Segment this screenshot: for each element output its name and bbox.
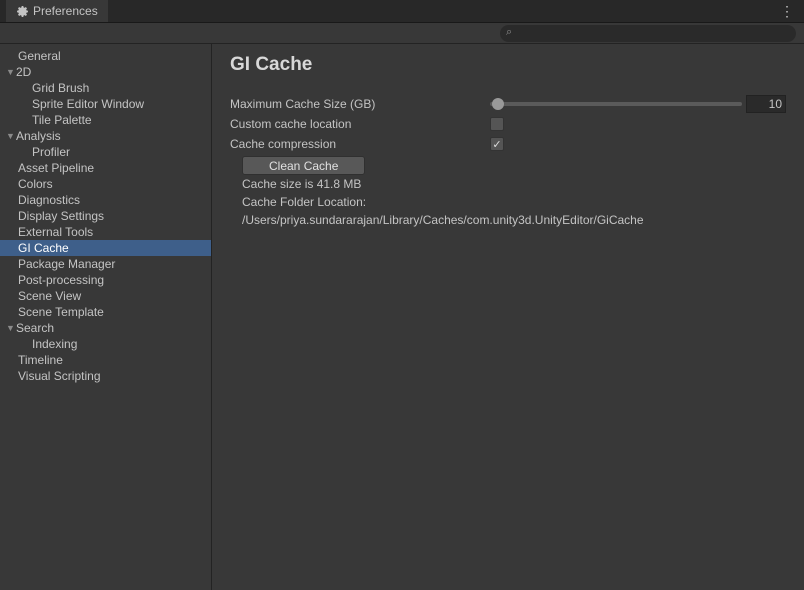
sidebar-item-label: Search	[16, 320, 54, 336]
titlebar: Preferences ⋮	[0, 0, 804, 23]
sidebar-item-label: Asset Pipeline	[18, 160, 94, 176]
custom-location-label: Custom cache location	[230, 117, 490, 131]
sidebar-item-label: Grid Brush	[32, 80, 89, 96]
sidebar-item[interactable]: Display Settings	[0, 208, 211, 224]
search-row: ⌕	[0, 23, 804, 44]
window-tab[interactable]: Preferences	[6, 0, 108, 22]
sidebar-item[interactable]: Scene View	[0, 288, 211, 304]
chevron-down-icon[interactable]: ▼	[6, 128, 16, 144]
folder-label: Cache Folder Location:	[230, 193, 786, 211]
max-cache-value[interactable]	[746, 95, 786, 113]
slider-thumb[interactable]	[492, 98, 504, 110]
sidebar-item-label: Scene View	[18, 288, 81, 304]
sidebar-item[interactable]: Indexing	[0, 336, 211, 352]
content-panel: GI Cache Maximum Cache Size (GB) Custom …	[212, 44, 804, 590]
sidebar-item[interactable]: Scene Template	[0, 304, 211, 320]
sidebar-item-label: External Tools	[18, 224, 93, 240]
sidebar-item-label: Scene Template	[18, 304, 104, 320]
compression-checkbox[interactable]: ✓	[490, 137, 504, 151]
sidebar-item-label: Diagnostics	[18, 192, 80, 208]
sidebar-item[interactable]: General	[0, 48, 211, 64]
sidebar-item-label: Analysis	[16, 128, 61, 144]
sidebar-item[interactable]: Timeline	[0, 352, 211, 368]
sidebar-item[interactable]: GI Cache	[0, 240, 211, 256]
search-input[interactable]	[500, 25, 796, 42]
sidebar-item[interactable]: Grid Brush	[0, 80, 211, 96]
sidebar-item-label: Sprite Editor Window	[32, 96, 144, 112]
max-cache-slider[interactable]	[490, 102, 742, 106]
sidebar-item-label: GI Cache	[18, 240, 69, 256]
window-menu-button[interactable]: ⋮	[770, 3, 804, 20]
sidebar-item-label: Colors	[18, 176, 53, 192]
sidebar-item-label: Visual Scripting	[18, 368, 101, 384]
sidebar-item[interactable]: Colors	[0, 176, 211, 192]
sidebar-item[interactable]: ▼2D	[0, 64, 211, 80]
sidebar-item-label: 2D	[16, 64, 31, 80]
sidebar-item[interactable]: External Tools	[0, 224, 211, 240]
sidebar-item-label: Timeline	[18, 352, 63, 368]
max-cache-label: Maximum Cache Size (GB)	[230, 97, 490, 111]
compression-label: Cache compression	[230, 137, 490, 151]
folder-path: /Users/priya.sundararajan/Library/Caches…	[230, 211, 786, 229]
sidebar-item[interactable]: Sprite Editor Window	[0, 96, 211, 112]
gear-icon	[16, 5, 29, 18]
sidebar-item[interactable]: Visual Scripting	[0, 368, 211, 384]
chevron-down-icon[interactable]: ▼	[6, 320, 16, 336]
sidebar-item-label: Package Manager	[18, 256, 115, 272]
sidebar-item[interactable]: ▼Analysis	[0, 128, 211, 144]
sidebar-item[interactable]: Package Manager	[0, 256, 211, 272]
sidebar-item[interactable]: Diagnostics	[0, 192, 211, 208]
sidebar-item[interactable]: ▼Search	[0, 320, 211, 336]
sidebar-item-label: Display Settings	[18, 208, 104, 224]
sidebar-item[interactable]: Profiler	[0, 144, 211, 160]
page-title: GI Cache	[230, 54, 786, 76]
chevron-down-icon[interactable]: ▼	[6, 64, 16, 80]
cache-size-text: Cache size is 41.8 MB	[230, 175, 786, 193]
sidebar-item-label: Indexing	[32, 336, 77, 352]
sidebar: General▼2DGrid BrushSprite Editor Window…	[0, 44, 212, 590]
sidebar-item[interactable]: Asset Pipeline	[0, 160, 211, 176]
sidebar-item[interactable]: Tile Palette	[0, 112, 211, 128]
sidebar-item[interactable]: Post-processing	[0, 272, 211, 288]
sidebar-item-label: Profiler	[32, 144, 70, 160]
sidebar-item-label: Post-processing	[18, 272, 104, 288]
sidebar-item-label: General	[18, 48, 61, 64]
sidebar-item-label: Tile Palette	[32, 112, 92, 128]
window-title: Preferences	[33, 4, 98, 18]
custom-location-checkbox[interactable]	[490, 117, 504, 131]
clean-cache-button[interactable]: Clean Cache	[242, 156, 365, 175]
